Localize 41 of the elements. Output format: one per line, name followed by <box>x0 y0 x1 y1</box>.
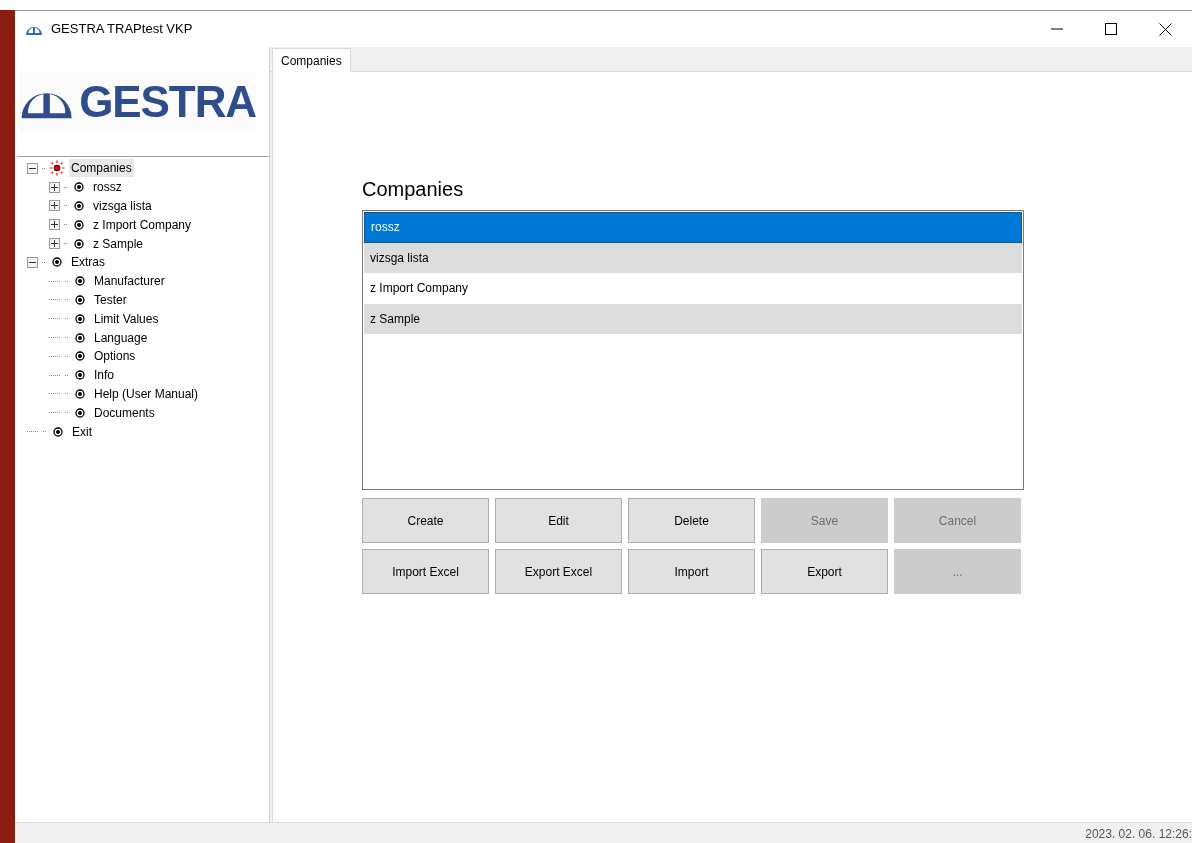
tree-item[interactable]: z Sample <box>91 234 146 253</box>
status-datetime: 2023. 02. 06. 12:26: <box>1085 826 1192 843</box>
window-title: GESTRA TRAPtest VKP <box>51 20 193 39</box>
tree-item[interactable]: Info <box>92 366 116 385</box>
minimize-icon <box>1051 28 1063 30</box>
action-button[interactable]: Edit <box>495 498 622 543</box>
action-button[interactable]: Delete <box>628 498 755 543</box>
list-row[interactable]: rossz <box>364 212 1022 243</box>
tree-item[interactable]: Language <box>92 328 150 347</box>
tree-item[interactable]: Limit Values <box>92 309 161 328</box>
expander-icon[interactable] <box>49 238 60 250</box>
expander-icon[interactable] <box>27 256 38 268</box>
expander-icon[interactable] <box>49 181 60 193</box>
tree-item[interactable]: vizsga lista <box>91 197 154 215</box>
expander-icon[interactable] <box>27 162 38 174</box>
tree-item[interactable]: Help (User Manual) <box>92 384 201 403</box>
expander-icon[interactable] <box>49 200 60 212</box>
list-row[interactable]: vizsga lista <box>364 242 1022 273</box>
action-button[interactable]: Create <box>362 498 489 543</box>
tree-item[interactable]: Exit <box>70 422 94 441</box>
tree-item[interactable]: Companies <box>69 159 134 178</box>
expander-icon[interactable] <box>49 219 60 231</box>
tree-item[interactable]: Manufacturer <box>92 272 167 291</box>
tree-item[interactable]: rossz <box>91 178 124 197</box>
tree-item[interactable]: Extras <box>69 253 107 272</box>
action-button[interactable]: Export <box>761 549 888 594</box>
section-heading: Companies <box>362 177 465 202</box>
tree-item[interactable]: Tester <box>92 290 129 309</box>
list-row[interactable]: z Sample <box>364 303 1022 334</box>
maximize-icon <box>1105 23 1117 35</box>
radio-dot-icon <box>71 198 87 214</box>
action-button[interactable]: Export Excel <box>495 549 622 594</box>
tree-item[interactable]: Options <box>92 347 138 366</box>
gestra-logo: GESTRA <box>19 71 256 132</box>
close-icon <box>1158 22 1172 36</box>
tree-item[interactable]: z Import Company <box>91 215 194 234</box>
action-button[interactable]: Import Excel <box>362 549 489 594</box>
action-button[interactable]: Import <box>628 549 755 594</box>
tree-item[interactable]: Documents <box>92 403 157 422</box>
tab[interactable]: Companies <box>272 48 351 72</box>
sun-icon <box>49 160 65 177</box>
